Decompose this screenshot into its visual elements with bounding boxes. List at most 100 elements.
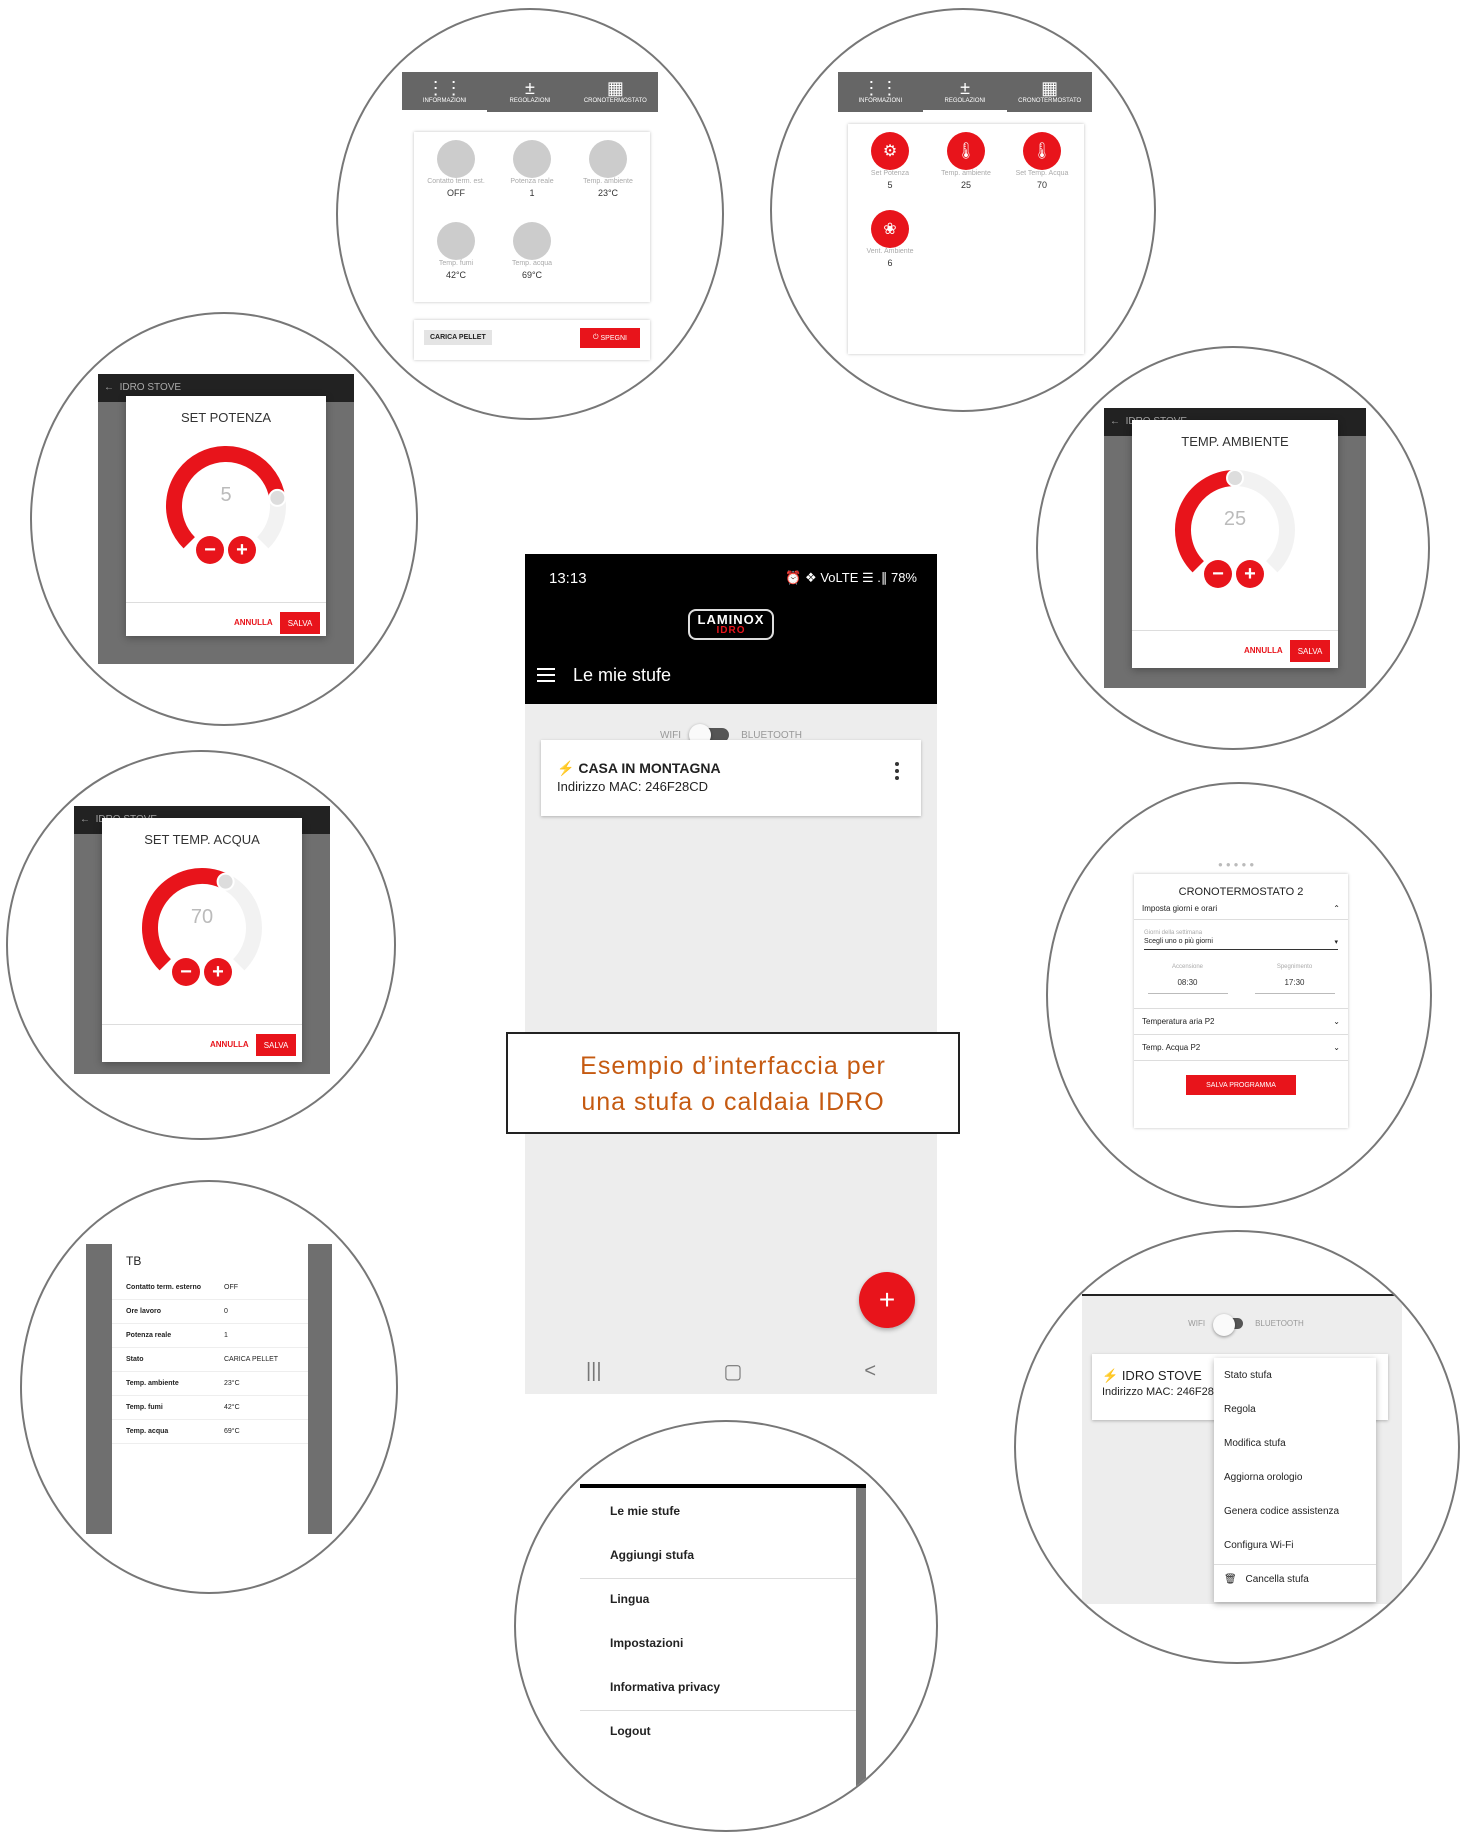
gauge-knob[interactable] — [1226, 469, 1244, 487]
reg-panel: ⚙ Set Potenza 5 🌡 Temp. ambiente 25 🌡 Set Tem… — [848, 124, 1084, 354]
smoke-icon — [437, 222, 475, 260]
tb-row: Temp. ambiente 23°C — [112, 1372, 308, 1396]
gauge-knob[interactable] — [268, 488, 287, 507]
context-menu-item[interactable]: Regola — [1224, 1404, 1366, 1415]
dialog-title: SET POTENZA — [180, 410, 272, 425]
temp-ambiente-dialog: TEMP. AMBIENTE 25 − + ANNULLA SALVA — [1132, 420, 1338, 668]
thermometer-icon: 🌡 — [947, 132, 985, 170]
drawer-item[interactable]: Lingua — [610, 1592, 649, 1606]
system-nav-bar: ||| ▢ < — [525, 1348, 937, 1394]
increase-button[interactable]: + — [204, 958, 232, 986]
tb-row: Contatto term. esterno OFF — [112, 1276, 308, 1300]
drawer-item[interactable]: Logout — [610, 1724, 651, 1738]
drawer-item[interactable]: Le mie stufe — [610, 1504, 680, 1518]
tab-regolazioni[interactable]: ± REGOLAZIONI — [922, 72, 1008, 112]
calendar-icon: ▦ — [606, 78, 624, 98]
section-header[interactable]: Imposta giorni e orari ⌃ — [1134, 898, 1348, 920]
decrease-button[interactable]: − — [196, 536, 224, 564]
reg-item-set-potenza[interactable]: ⚙ Set Potenza 5 — [850, 132, 930, 190]
divider — [1132, 630, 1338, 631]
laminox-logo: LAMINOX IDRO — [687, 608, 775, 640]
info-item: Potenza reale 1 — [492, 140, 572, 198]
wifi-label: WIFI — [1188, 1319, 1206, 1328]
context-menu-item[interactable]: Stato stufa — [1224, 1370, 1366, 1381]
reg-item-vent-ambiente[interactable]: ❀ Vent. Ambiente 6 — [850, 210, 930, 268]
crono-panel: CRONOTERMOSTATO 2 Imposta giorni e orari… — [1134, 874, 1348, 1128]
tb-row: Potenza reale 1 — [112, 1324, 308, 1348]
tab-cronotermostato[interactable]: ▦ CRONOTERMOSTATO — [573, 72, 658, 112]
cancel-button[interactable]: ANNULLA — [234, 618, 273, 627]
info-item: Temp. fumi 42°C — [416, 222, 496, 280]
add-stove-button[interactable]: + — [859, 1272, 915, 1328]
flame-icon — [513, 140, 551, 178]
context-menu-item[interactable]: Aggiorna orologio — [1224, 1472, 1366, 1483]
tb-bubble: TB Contatto term. esterno OFF Ore lavoro 0 P… — [20, 1180, 398, 1594]
spegni-button[interactable]: ⏻ SPEGNI — [580, 328, 640, 348]
tb-table: Contatto term. esterno OFF Ore lavoro 0 Pote… — [112, 1276, 308, 1444]
divider — [126, 602, 326, 603]
increase-button[interactable]: + — [228, 536, 256, 564]
grid-icon: ⋮⋮ — [862, 78, 899, 98]
carica-pellet-button[interactable]: CARICA PELLET — [424, 330, 492, 345]
tb-row-key: Temp. ambiente — [126, 1380, 179, 1387]
plug-icon: ⚡ — [1102, 1368, 1119, 1383]
hamburger-menu-icon[interactable] — [537, 668, 555, 682]
gauge-knob[interactable] — [216, 872, 235, 891]
back-icon[interactable]: < — [864, 1360, 876, 1383]
tb-row-value: 0 — [224, 1308, 228, 1315]
save-button[interactable]: SALVA — [256, 1034, 296, 1056]
tab-cronotermostato[interactable]: ▦ CRONOTERMOSTATO — [1007, 72, 1092, 112]
increase-button[interactable]: + — [1236, 560, 1264, 588]
save-button[interactable]: SALVA — [280, 612, 320, 634]
plus-minus-icon: ± — [960, 78, 970, 98]
reg-item-temp-ambiente[interactable]: 🌡 Temp. ambiente 25 — [926, 132, 1006, 190]
on-time-input[interactable]: 08:30 — [1147, 978, 1228, 994]
context-menu-item[interactable]: Configura Wi-Fi — [1224, 1540, 1366, 1551]
decrease-button[interactable]: − — [172, 958, 200, 986]
drawer-item[interactable]: Aggiungi stufa — [610, 1548, 694, 1562]
save-program-button[interactable]: SALVA PROGRAMMA — [1186, 1075, 1296, 1095]
tb-row-value: OFF — [224, 1284, 238, 1291]
caption-line1: Esempio d’interfaccia per — [580, 1052, 886, 1080]
stove-mac: Indirizzo MAC: 246F28CD — [557, 779, 708, 794]
tab-informazioni[interactable]: ⋮⋮ INFORMAZIONI — [402, 72, 488, 112]
info-item: Temp. ambiente 23°C — [568, 140, 648, 198]
recent-apps-icon[interactable]: ||| — [586, 1360, 602, 1383]
tb-row: Temp. acqua 69°C — [112, 1420, 308, 1444]
context-menu-item[interactable]: Genera codice assistenza — [1224, 1506, 1366, 1517]
drawer-item[interactable]: Impostazioni — [610, 1636, 683, 1650]
stove-card[interactable]: ⚡ CASA IN MONTAGNA Indirizzo MAC: 246F28… — [541, 740, 921, 816]
tb-row-value: 23°C — [224, 1380, 240, 1387]
context-menu-item[interactable]: 🗑 Cancella stufa — [1224, 1574, 1366, 1585]
set-temp-acqua-bubble: ← IDRO STOVE SET TEMP. ACQUA 70 − + ANNU… — [6, 750, 396, 1140]
row-temp-acqua[interactable]: Temp. Acqua P2 ⌄ — [1134, 1035, 1348, 1061]
tb-row-value: 69°C — [224, 1428, 240, 1435]
cancel-button[interactable]: ANNULLA — [210, 1040, 249, 1049]
tb-row-key: Potenza reale — [126, 1332, 172, 1339]
tb-title: TB — [126, 1254, 142, 1268]
context-menu-item[interactable]: Modifica stufa — [1224, 1438, 1366, 1449]
more-vert-icon[interactable] — [895, 762, 899, 780]
save-button[interactable]: SALVA — [1290, 640, 1330, 662]
clock: 13:13 — [549, 569, 587, 587]
context-menu-bubble: WIFI BLUETOOTH ⚡ IDRO STOVE Indirizzo MA… — [1014, 1230, 1460, 1664]
tb-row: Stato CARICA PELLET — [112, 1348, 308, 1372]
tab-informazioni[interactable]: ⋮⋮ INFORMAZIONI — [838, 72, 923, 112]
row-temp-aria[interactable]: Temperatura aria P2 ⌄ — [1134, 1008, 1348, 1035]
decrease-button[interactable]: − — [1204, 560, 1232, 588]
tb-dialog: TB Contatto term. esterno OFF Ore lavoro 0 P… — [112, 1244, 308, 1534]
reg-item-temp-acqua[interactable]: 🌡 Set Temp. Acqua 70 — [1002, 132, 1082, 190]
info-panel: Contatto term. est. OFF Potenza reale 1 Te… — [414, 132, 650, 302]
menu-divider — [1214, 1564, 1376, 1565]
off-time-input[interactable]: 17:30 — [1254, 978, 1335, 994]
days-select[interactable]: Scegli uno o più giorni ▾ — [1144, 938, 1338, 950]
gauge-value: 5 — [220, 484, 232, 506]
caption-line2: una stufa o caldaia IDRO — [581, 1088, 885, 1116]
drawer-item[interactable]: Informativa privacy — [610, 1680, 720, 1694]
home-icon[interactable]: ▢ — [724, 1359, 743, 1384]
regolazioni-bubble: ⋮⋮ INFORMAZIONI ± REGOLAZIONI ▦ CRONOTERMOS… — [770, 8, 1156, 412]
cancel-button[interactable]: ANNULLA — [1244, 646, 1283, 655]
stove-name: IDRO STOVE — [1121, 1368, 1202, 1383]
tab-regolazioni[interactable]: ± REGOLAZIONI — [487, 72, 572, 112]
connection-switch[interactable] — [1213, 1314, 1244, 1336]
